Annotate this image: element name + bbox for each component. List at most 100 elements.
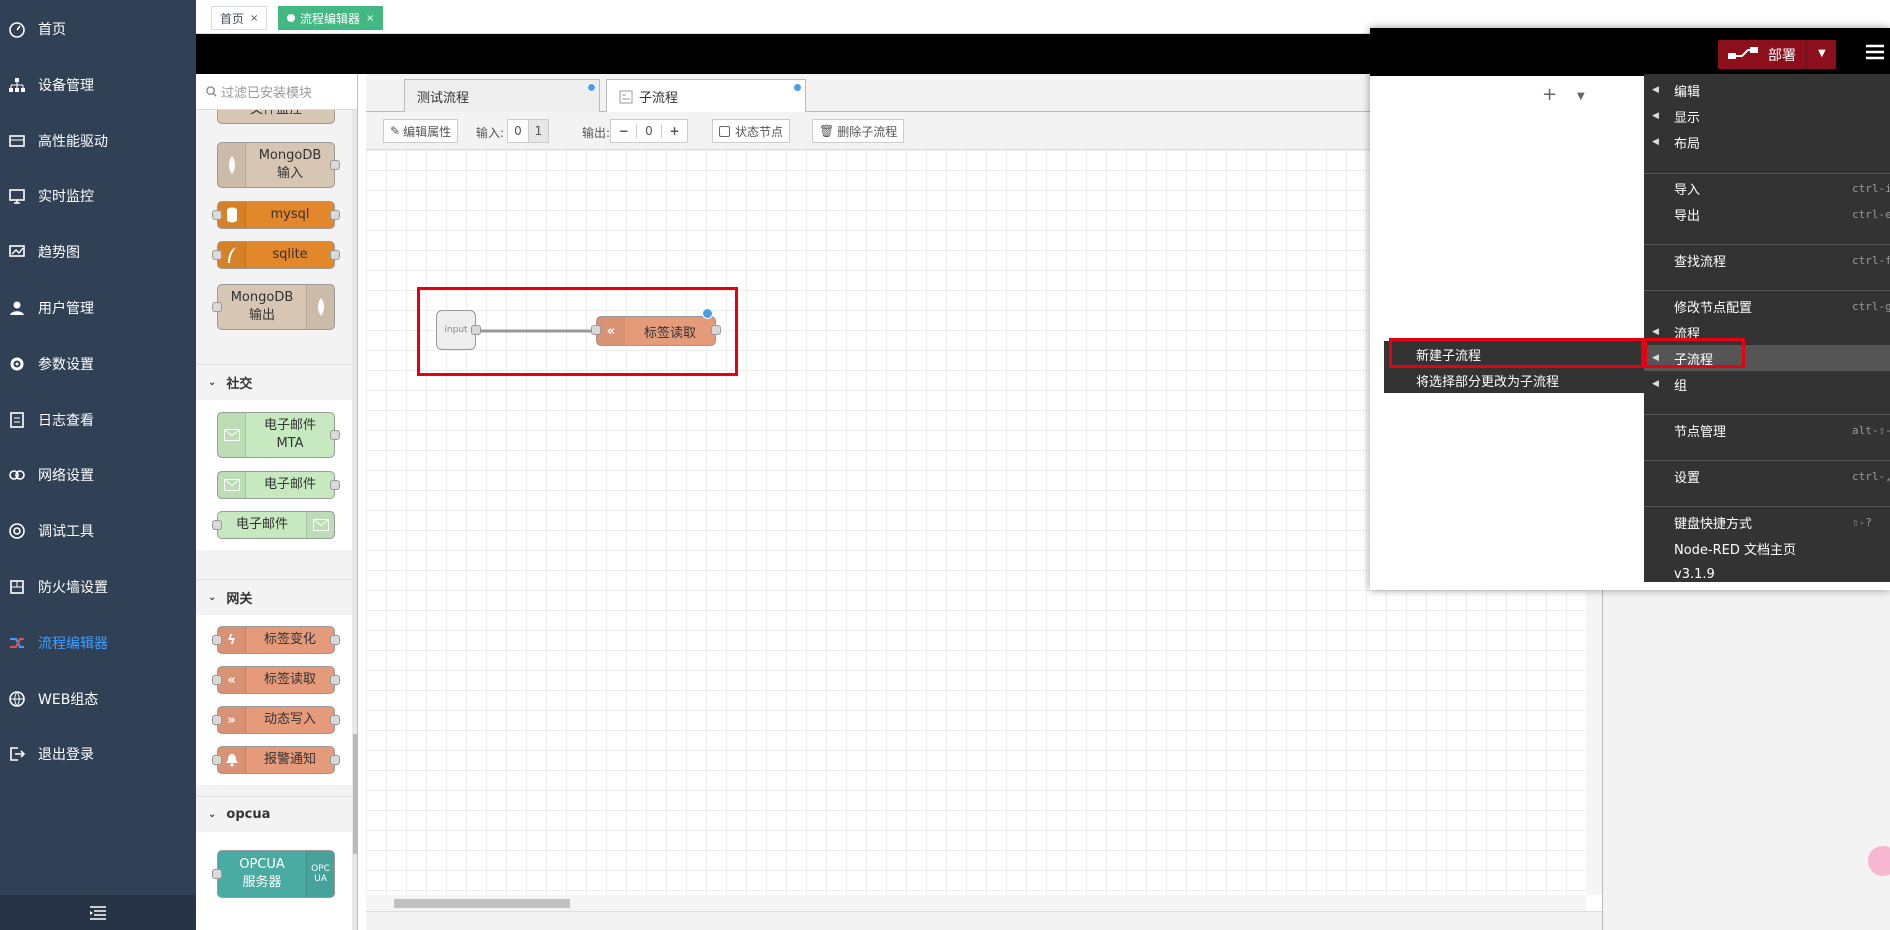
input-count-toggle[interactable]: 0 1 <box>507 119 549 143</box>
menu-label: 设置 <box>1674 470 1701 486</box>
palette-node-mongodb-in[interactable]: MongoDB 输入 <box>217 142 335 188</box>
plus-icon[interactable]: + <box>661 124 687 138</box>
menu-item-9[interactable]: ◀ 组 <box>1644 371 1890 397</box>
nav-item-5[interactable]: 用户管理 <box>0 288 196 328</box>
menu-label: 将选择部分更改为子流程 <box>1416 374 1560 390</box>
menu-separator <box>1644 244 1890 245</box>
deploy-button[interactable]: 部署 ▼ <box>1718 40 1836 69</box>
nav-item-label: 趋势图 <box>38 245 80 262</box>
caret-down-icon[interactable]: ▼ <box>1818 48 1826 59</box>
menu-item-2[interactable]: ◀ 布局 <box>1644 129 1890 155</box>
nav-item-4[interactable]: 趋势图 <box>0 232 196 272</box>
menu-item-1[interactable]: ◀ 显示 <box>1644 103 1890 129</box>
palette-node-dynamic-write[interactable]: » 动态写入 <box>217 706 335 734</box>
collapse-menu-button[interactable] <box>0 895 196 930</box>
nav-item-11[interactable]: 流程编辑器 <box>0 623 196 663</box>
tag-home-label: 首页 <box>220 11 245 26</box>
menu-item-10[interactable]: 节点管理 alt-⇧-p <box>1644 417 1890 443</box>
menu-label: 查找流程 <box>1674 254 1727 270</box>
menu-item-0[interactable]: ◀ 编辑 <box>1644 77 1890 103</box>
output-count-label: 输出: <box>582 126 611 140</box>
menu-separator <box>1644 173 1890 174</box>
trash-icon: 🗑 <box>819 124 835 138</box>
status-node-toggle[interactable]: 状态节点 <box>712 119 791 143</box>
subflow-icon <box>619 90 633 103</box>
palette-node-file-watch[interactable]: 文件监控 <box>217 110 335 124</box>
tag-home[interactable]: 首页 × <box>211 6 268 30</box>
floating-help-button[interactable] <box>1868 846 1890 876</box>
input-option-0[interactable]: 0 <box>508 124 528 138</box>
minus-icon[interactable]: − <box>611 124 637 138</box>
tag-close-icon[interactable]: × <box>366 13 374 24</box>
edit-properties-button[interactable]: ✎ 编辑属性 <box>383 119 459 143</box>
palette-node-alarm-notify[interactable]: 报警通知 <box>217 746 335 774</box>
nav-item-6[interactable]: 参数设置 <box>0 344 196 384</box>
input-option-1[interactable]: 1 <box>528 120 548 142</box>
palette-search[interactable]: 过滤已安装模块 <box>196 74 357 110</box>
category-gateway[interactable]: ⌄ 网关 <box>196 579 357 615</box>
tab-test-flow[interactable]: 测试流程 <box>404 79 600 113</box>
nav-item-1[interactable]: 设备管理 <box>0 65 196 105</box>
menu-item-12[interactable]: 键盘快捷方式 ⇧-? <box>1644 509 1890 535</box>
menu-label: 导出 <box>1674 208 1701 224</box>
palette-node-mysql[interactable]: mysql <box>217 201 335 229</box>
checkbox-icon[interactable] <box>719 125 730 137</box>
palette-node-email-in[interactable]: 电子邮件 <box>217 471 335 499</box>
output-count-value[interactable]: 0 <box>637 124 661 138</box>
menu-item-5[interactable]: 查找流程 ctrl-f <box>1644 247 1890 273</box>
nav-item-8[interactable]: 网络设置 <box>0 455 196 495</box>
nav-item-3[interactable]: 实时监控 <box>0 176 196 216</box>
tag-close-icon[interactable]: × <box>250 13 258 24</box>
caret-left-icon: ◀ <box>1652 137 1659 147</box>
palette-node-opcua-server[interactable]: OPCUA 服务器 OPC UA <box>217 850 335 898</box>
category-social[interactable]: ⌄ 社交 <box>196 364 357 400</box>
nav-item-9[interactable]: 调试工具 <box>0 511 196 551</box>
opcua-icon: OPC UA <box>306 851 334 897</box>
add-flow-icon[interactable]: + <box>1542 84 1557 105</box>
tab-subflow[interactable]: 子流程 <box>606 79 806 113</box>
envelope-icon <box>306 512 334 538</box>
palette-node-label: sqlite <box>272 247 308 262</box>
nav-item-10[interactable]: 防火墙设置 <box>0 567 196 607</box>
nav-item-7[interactable]: 日志查看 <box>0 400 196 440</box>
output-port <box>330 160 340 170</box>
tag-flow-editor[interactable]: 流程编辑器 × <box>278 6 384 30</box>
menu-item-14[interactable]: v3.1.9 <box>1644 561 1890 587</box>
user-icon <box>8 299 26 317</box>
menu-item-3[interactable]: 导入 ctrl-i <box>1644 175 1890 201</box>
debug-icon <box>8 522 26 540</box>
menu-item-11[interactable]: 设置 ctrl-, <box>1644 463 1890 489</box>
nav-item-0[interactable]: 首页 <box>0 9 196 49</box>
scroll-thumb[interactable] <box>394 899 570 908</box>
palette-node-email-mta[interactable]: 电子邮件 MTA <box>217 412 335 458</box>
palette-search-input[interactable]: 过滤已安装模块 <box>221 82 312 101</box>
nav-item-12[interactable]: WEB组态 <box>0 679 196 719</box>
nav-item-2[interactable]: 高性能驱动 <box>0 121 196 161</box>
canvas-horizontal-scrollbar[interactable] <box>366 895 1586 911</box>
nav-item-13[interactable]: 退出登录 <box>0 734 196 774</box>
delete-subflow-button[interactable]: 🗑 删除子流程 <box>812 119 905 143</box>
palette-node-mongodb-out[interactable]: MongoDB 输出 <box>217 284 335 330</box>
chevron-down-icon: ⌄ <box>208 377 217 388</box>
changed-dot-icon <box>793 83 802 92</box>
palette-node-sqlite[interactable]: sqlite <box>217 241 335 269</box>
palette-node-tag-change[interactable]: ϟ 标签变化 <box>217 626 335 654</box>
palette-node-tag-read[interactable]: « 标签读取 <box>217 666 335 694</box>
menu-item-13[interactable]: Node-RED 文档主页 <box>1644 535 1890 561</box>
menu-item-selection-to-subflow[interactable]: 将选择部分更改为子流程 <box>1384 367 1644 393</box>
category-opcua[interactable]: ⌄ opcua <box>196 796 357 832</box>
tree-icon <box>8 76 26 94</box>
menu-label: 修改节点配置 <box>1674 300 1753 316</box>
dashboard-icon <box>8 20 26 38</box>
output-count-stepper[interactable]: − 0 + <box>610 119 688 143</box>
bell-icon <box>218 747 246 773</box>
palette-scroll-thumb[interactable] <box>353 734 357 854</box>
menu-separator <box>1644 414 1890 415</box>
menu-item-6[interactable]: 修改节点配置 ctrl-g c <box>1644 293 1890 319</box>
envelope-icon <box>218 413 246 457</box>
hamburger-menu-button[interactable] <box>1866 44 1884 64</box>
palette-node-email-out[interactable]: 电子邮件 <box>217 511 335 539</box>
menu-item-4[interactable]: 导出 ctrl-e <box>1644 201 1890 227</box>
hamburger-icon <box>1866 44 1884 60</box>
chevron-down-icon[interactable]: ▼ <box>1577 88 1585 103</box>
